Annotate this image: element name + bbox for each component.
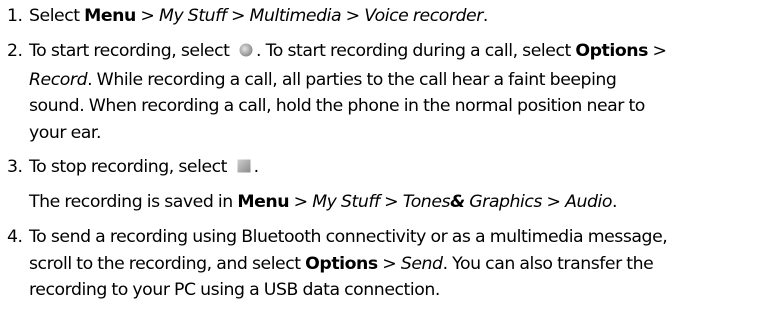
text: To stop recording, select (29, 157, 232, 177)
instruction-page: 1. Select Menu > My Stuff > Multimedia >… (0, 0, 759, 324)
text: . (611, 192, 618, 212)
voice-recorder-label: Voice recorder (364, 6, 483, 26)
text: scroll to the recording, and select (29, 253, 306, 274)
separator: > (226, 6, 250, 26)
step-number: 1. (7, 6, 23, 26)
step-line: scroll to the recording, and select Opti… (29, 251, 759, 278)
mystuff-label: My Stuff (159, 6, 227, 26)
send-label: Send (400, 253, 443, 274)
step-number: 4. (7, 227, 23, 247)
graphics-label: Graphics (464, 192, 542, 212)
separator: > (289, 192, 313, 212)
step-body: To stop recording, select . (29, 154, 759, 183)
menu-label: Menu (84, 6, 136, 26)
ampersand: & (450, 192, 465, 212)
text: . (482, 6, 489, 26)
audio-label: Audio (565, 192, 612, 212)
separator: > (379, 192, 403, 212)
step-line: To stop recording, select . (29, 154, 759, 183)
stop-icon (236, 156, 252, 183)
separator: > (135, 6, 160, 26)
text: The recording is saved in (29, 192, 238, 212)
text: . (253, 157, 260, 177)
step-line: To send a recording using Bluetooth conn… (29, 227, 668, 247)
step-line: To start recording, select . To start re… (29, 38, 759, 67)
step-body: To start recording, select . To start re… (29, 38, 759, 146)
options-label: Options (575, 41, 648, 61)
multimedia-label: Multimedia (249, 6, 342, 26)
text: . You can also transfer the (442, 253, 654, 274)
separator: > (541, 192, 566, 212)
menu-label: Menu (237, 192, 290, 212)
step-line: Select Menu > My Stuff > Multimedia > Vo… (29, 3, 759, 30)
options-label: Options (305, 253, 378, 274)
step-line: sound. When recording a call, hold the p… (29, 96, 645, 116)
step-body: To send a recording using Bluetooth conn… (29, 224, 759, 304)
saved-location-note: The recording is saved in Menu > My Stuf… (29, 189, 759, 216)
separator: > (341, 6, 365, 26)
text: . While recording a call, all parties to… (87, 69, 617, 90)
record-label: Record (29, 69, 88, 90)
tones-label: Tones (402, 192, 451, 212)
text: Select (29, 6, 85, 26)
separator: > (377, 253, 401, 274)
step-number: 3. (7, 157, 23, 177)
step-number: 2. (7, 41, 23, 61)
mystuff-label: My Stuff (312, 192, 380, 212)
step-line: Record. While recording a call, all part… (29, 67, 759, 94)
text: . To start recording during a call, sele… (256, 41, 576, 61)
record-icon (238, 40, 254, 67)
step-line: your ear. (29, 122, 102, 143)
step-line: recording to your PC using a USB data co… (29, 280, 440, 300)
text: To start recording, select (29, 41, 235, 61)
text: > (647, 41, 667, 61)
step-body: Select Menu > My Stuff > Multimedia > Vo… (29, 3, 759, 30)
